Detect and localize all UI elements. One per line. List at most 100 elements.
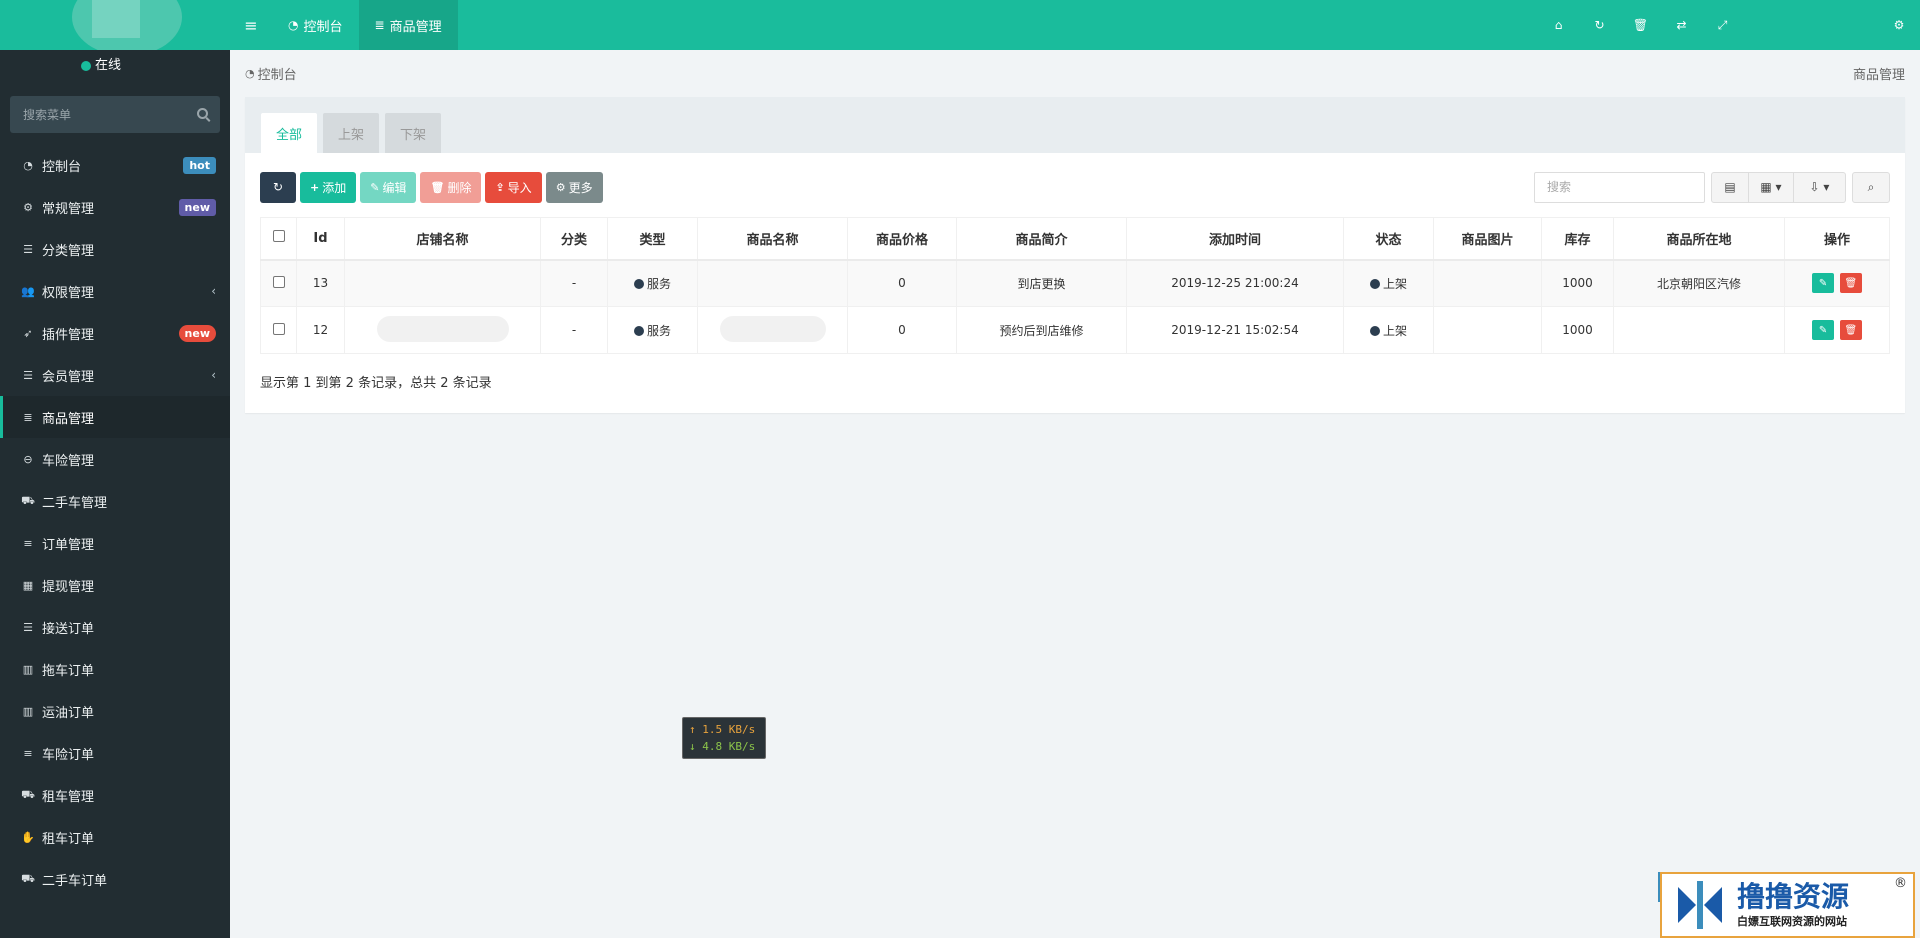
cell-stock: 1000 bbox=[1541, 259, 1614, 307]
plus-icon: + bbox=[310, 180, 320, 194]
table-row[interactable]: 12 - 服务 0 预约后到店维修 2019-12-21 15:02:54 上架… bbox=[260, 306, 1890, 354]
user-status: 在线 bbox=[94, 58, 121, 73]
col-price[interactable]: 商品价格 bbox=[847, 217, 957, 261]
delete-button[interactable]: 🗑 删除 bbox=[420, 171, 482, 203]
translate-icon[interactable]: ⇄ bbox=[1661, 0, 1702, 50]
sidebar-item-label: 租车订单 bbox=[42, 831, 95, 847]
cell-actions: ✎ 🗑 bbox=[1784, 306, 1890, 354]
sidebar-item[interactable]: ◔ 控制台 hot bbox=[0, 144, 230, 186]
sidebar-item[interactable]: ➶ 插件管理 new bbox=[0, 312, 230, 354]
sidebar-item[interactable]: ≣ 商品管理 bbox=[0, 396, 230, 438]
row-checkbox[interactable] bbox=[272, 275, 285, 288]
pencil-icon: ✎ bbox=[1818, 277, 1828, 289]
col-intro[interactable]: 商品简介 bbox=[956, 217, 1127, 261]
refresh-button[interactable]: ↻ bbox=[260, 171, 296, 203]
row-delete-button[interactable]: 🗑 bbox=[1839, 273, 1862, 294]
sidebar-item[interactable]: ☰ 分类管理 bbox=[0, 228, 230, 270]
cell-price: 0 bbox=[847, 259, 957, 307]
status-label[interactable]: 上架 bbox=[1383, 277, 1407, 291]
tab-goods[interactable]: ≣ 商品管理 bbox=[358, 0, 458, 50]
search-icon[interactable] bbox=[197, 108, 208, 119]
cogs-icon: ⚙ bbox=[23, 200, 33, 214]
minus-circle-icon: ⊖ bbox=[23, 452, 33, 466]
menu-search-input[interactable] bbox=[10, 96, 220, 133]
row-edit-button[interactable]: ✎ bbox=[1812, 273, 1835, 294]
tab-dashboard[interactable]: ◔ 控制台 bbox=[272, 0, 359, 50]
status-label[interactable]: 上架 bbox=[1383, 324, 1407, 338]
edit-button[interactable]: ✎ 编辑 bbox=[360, 171, 417, 203]
col-name[interactable]: 商品名称 bbox=[697, 217, 848, 261]
sidebar-item[interactable]: ⛟ 二手车订单 bbox=[0, 858, 230, 900]
sidebar-item[interactable]: ☰ 会员管理 ‹ bbox=[0, 354, 230, 396]
cell-status: 上架 bbox=[1343, 259, 1434, 307]
cell-location: 北京朝阳区汽修 bbox=[1613, 259, 1785, 307]
row-delete-button[interactable]: 🗑 bbox=[1839, 320, 1862, 340]
add-button[interactable]: + 添加 bbox=[300, 171, 357, 203]
col-shop[interactable]: 店铺名称 bbox=[344, 217, 541, 261]
col-image[interactable]: 商品图片 bbox=[1433, 217, 1542, 261]
table-row[interactable]: 13 - 服务 0 到店更换 2019-12-25 21:00:24 上架 10… bbox=[260, 259, 1890, 307]
upload-speed: ↑ 1.5 KB/s bbox=[689, 723, 756, 736]
sidebar-item-label: 插件管理 bbox=[42, 327, 95, 343]
col-status[interactable]: 状态 bbox=[1343, 217, 1434, 261]
sidebar-toggle-button[interactable]: ≡ bbox=[230, 0, 272, 50]
sidebar-item[interactable]: ≡ 车险订单 bbox=[0, 732, 230, 774]
sidebar-item[interactable]: ⊖ 车险管理 bbox=[0, 438, 230, 480]
settings-icon[interactable]: ⚙ bbox=[1878, 0, 1920, 50]
sidebar-item[interactable]: ☰ 接送订单 bbox=[0, 606, 230, 648]
sidebar-item-label: 运油订单 bbox=[42, 705, 95, 721]
cell-type: 服务 bbox=[607, 259, 698, 307]
breadcrumb-home[interactable]: 控制台 bbox=[258, 64, 297, 83]
sidebar-item[interactable]: ⚙ 常规管理 new bbox=[0, 186, 230, 228]
toggle-view-button[interactable]: ▤ bbox=[1711, 171, 1749, 203]
row-checkbox[interactable] bbox=[272, 322, 285, 335]
edit-label: 编辑 bbox=[382, 180, 407, 195]
chevron-left-icon: ‹ bbox=[211, 284, 216, 298]
trash-icon[interactable]: 🗑 bbox=[1620, 0, 1661, 50]
sidebar-item-label: 分类管理 bbox=[42, 243, 95, 259]
sidebar-item[interactable]: ≡ 订单管理 bbox=[0, 522, 230, 564]
sidebar-item[interactable]: ▦ 提现管理 bbox=[0, 564, 230, 606]
sidebar-item[interactable]: ✋ 租车订单 bbox=[0, 816, 230, 858]
tab-label: 商品管理 bbox=[389, 19, 442, 35]
delete-label: 删除 bbox=[447, 180, 472, 195]
tab-on-shelf[interactable]: 上架 bbox=[323, 113, 380, 153]
select-all-checkbox[interactable] bbox=[272, 230, 285, 243]
tab-all[interactable]: 全部 bbox=[261, 113, 318, 153]
import-button[interactable]: ⇪ 导入 bbox=[485, 171, 542, 203]
col-type[interactable]: 类型 bbox=[607, 217, 698, 261]
watermark-subtitle: 白嫖互联网资源的网站 bbox=[1737, 915, 1847, 928]
cell-image bbox=[1433, 259, 1542, 307]
sidebar-item-label: 车险订单 bbox=[42, 747, 95, 763]
col-time[interactable]: 添加时间 bbox=[1126, 217, 1344, 261]
sidebar-item[interactable]: ⛟ 二手车管理 bbox=[0, 480, 230, 522]
breadcrumb: ◔ 控制台 商品管理 bbox=[245, 50, 1905, 97]
row-edit-button[interactable]: ✎ bbox=[1812, 320, 1835, 340]
more-button[interactable]: ⚙ 更多 bbox=[545, 171, 603, 203]
sidebar-item-label: 控制台 bbox=[42, 159, 82, 175]
export-dropdown-button[interactable]: ⇩ ▾ bbox=[1794, 171, 1846, 203]
columns-dropdown-button[interactable]: ▦ ▾ bbox=[1749, 171, 1794, 203]
cell-actions: ✎ 🗑 bbox=[1784, 259, 1890, 307]
fullscreen-icon[interactable]: ⤢ bbox=[1702, 0, 1743, 50]
bar-chart-icon: ▥ bbox=[22, 704, 34, 718]
pagination-summary: 显示第 1 到第 2 条记录，总共 2 条记录 bbox=[260, 376, 492, 391]
sidebar-item[interactable]: ▥ 拖车订单 bbox=[0, 648, 230, 690]
sidebar-item[interactable]: 👥 权限管理 ‹ bbox=[0, 270, 230, 312]
sidebar-item[interactable]: ▥ 运油订单 bbox=[0, 690, 230, 732]
cell-type: 服务 bbox=[607, 306, 698, 354]
home-icon[interactable]: ⌂ bbox=[1538, 0, 1579, 50]
menu-search-box bbox=[10, 96, 220, 133]
sidebar-item[interactable]: ⛟ 租车管理 bbox=[0, 774, 230, 816]
col-id[interactable]: Id bbox=[296, 217, 345, 261]
refresh-icon[interactable]: ↻ bbox=[1579, 0, 1620, 50]
table-search-input[interactable] bbox=[1534, 171, 1705, 203]
col-location[interactable]: 商品所在地 bbox=[1613, 217, 1785, 261]
cell-status: 上架 bbox=[1343, 306, 1434, 354]
col-stock[interactable]: 库存 bbox=[1541, 217, 1614, 261]
col-category[interactable]: 分类 bbox=[540, 217, 608, 261]
advanced-search-button[interactable]: ⌕ bbox=[1852, 171, 1890, 203]
avatar bbox=[72, 0, 182, 50]
more-label: 更多 bbox=[568, 180, 593, 195]
tab-off-shelf[interactable]: 下架 bbox=[385, 113, 442, 153]
